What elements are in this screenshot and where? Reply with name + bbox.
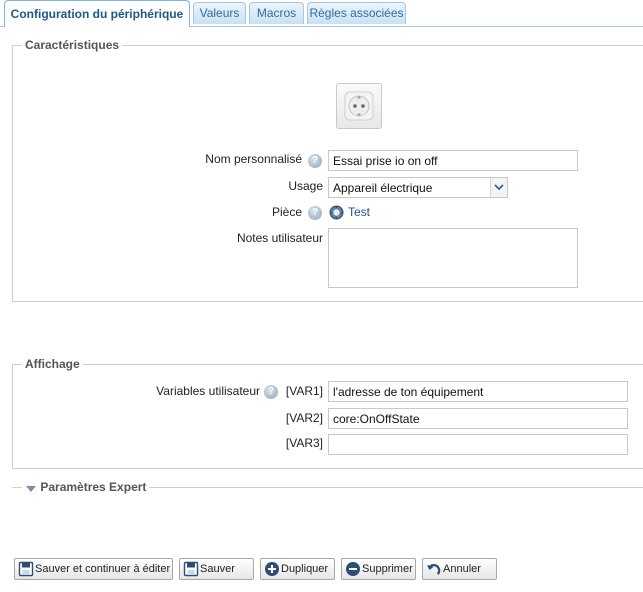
add-circle-icon: [264, 561, 280, 577]
var1-label: [VAR1]: [285, 384, 323, 398]
usage-label: Usage: [288, 179, 323, 193]
save-icon: [183, 561, 199, 577]
tab-bar: Configuration du périphérique Valeurs Ma…: [0, 0, 643, 27]
piece-label: Pièce: [271, 205, 302, 219]
vars-label: Variables utilisateur: [156, 384, 260, 398]
var3-input[interactable]: [328, 434, 628, 455]
undo-icon: [426, 561, 442, 577]
room-link[interactable]: Test: [348, 205, 370, 219]
save-continue-button[interactable]: Sauver et continuer à éditer: [14, 558, 173, 580]
var2-input[interactable]: core:OnOffState: [328, 408, 628, 429]
notes-textarea[interactable]: [328, 228, 578, 288]
delete-label: Supprimer: [362, 563, 413, 575]
expert-legend: Paramètres Expert: [40, 480, 147, 494]
triangle-down-icon: [25, 483, 37, 493]
caracteristiques-legend: Caractéristiques: [22, 38, 123, 52]
var2-label: [VAR2]: [285, 411, 323, 425]
duplicate-label: Dupliquer: [281, 563, 329, 575]
power-socket-icon: [336, 83, 382, 129]
save-continue-label: Sauver et continuer à éditer: [35, 563, 171, 575]
tab-valeurs[interactable]: Valeurs: [193, 2, 246, 24]
chevron-down-icon[interactable]: [490, 178, 507, 197]
expert-toggle[interactable]: Paramètres Expert: [22, 480, 150, 494]
save-icon: [18, 561, 34, 577]
help-icon[interactable]: ?: [308, 154, 322, 168]
help-icon[interactable]: ?: [264, 385, 278, 399]
duplicate-button[interactable]: Dupliquer: [260, 558, 335, 580]
save-button[interactable]: Sauver: [179, 558, 254, 580]
usage-select-value: Appareil électrique: [333, 181, 433, 195]
room-icon: [329, 205, 344, 220]
tab-regles-associees[interactable]: Règles associées: [307, 2, 406, 24]
cancel-button[interactable]: Annuler: [422, 558, 497, 580]
var3-label: [VAR3]: [285, 436, 323, 450]
remove-circle-icon: [345, 561, 361, 577]
help-icon[interactable]: ?: [308, 206, 322, 220]
notes-label: Notes utilisateur: [236, 231, 323, 245]
var1-input[interactable]: l'adresse de ton équipement: [328, 381, 628, 402]
name-label: Nom personnalisé: [205, 152, 302, 166]
usage-select[interactable]: Appareil électrique: [328, 177, 508, 198]
cancel-label: Annuler: [443, 563, 481, 575]
tab-macros[interactable]: Macros: [249, 2, 304, 24]
name-input[interactable]: Essai prise io on off: [328, 150, 578, 171]
delete-button[interactable]: Supprimer: [341, 558, 416, 580]
save-label: Sauver: [200, 563, 235, 575]
affichage-legend: Affichage: [22, 357, 83, 371]
tab-configuration[interactable]: Configuration du périphérique: [4, 0, 190, 27]
